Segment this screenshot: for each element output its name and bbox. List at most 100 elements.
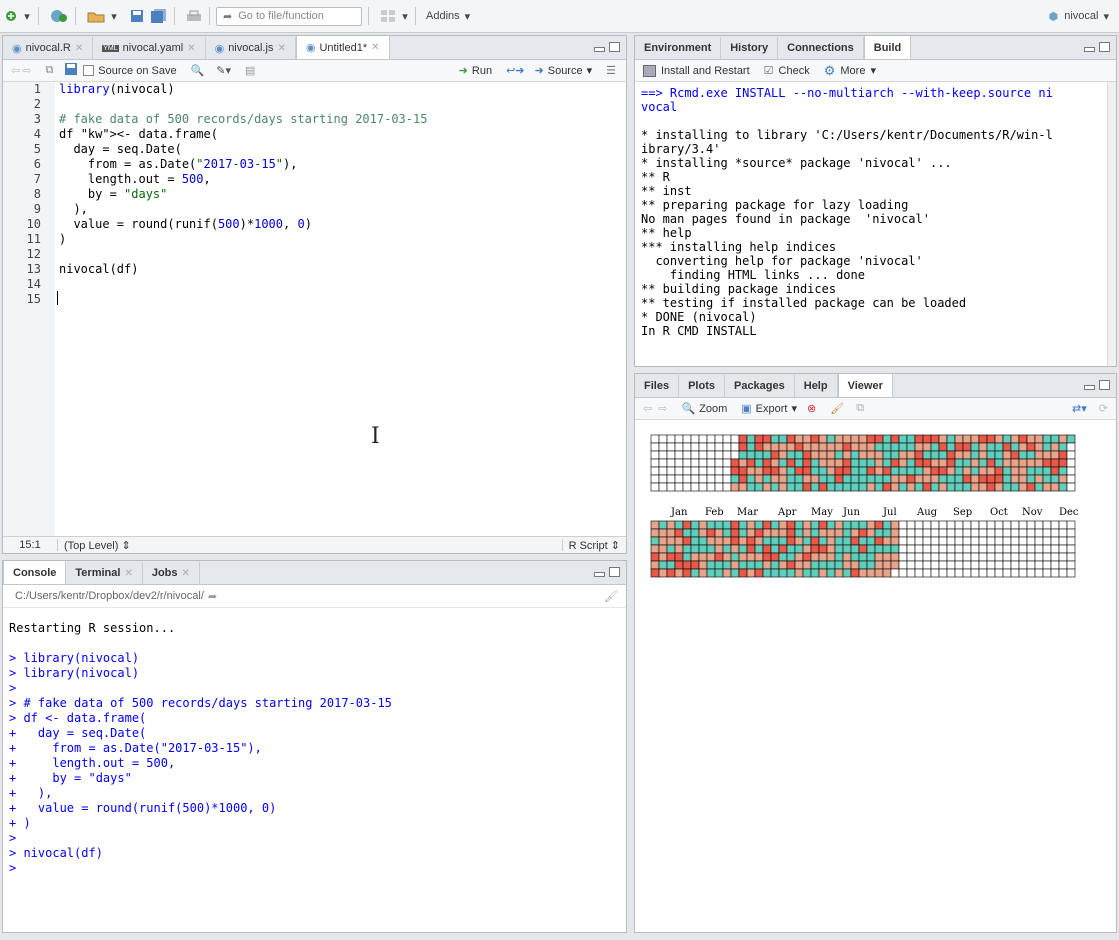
day-cell[interactable] (778, 568, 788, 578)
day-cell[interactable] (1050, 466, 1060, 476)
day-cell[interactable] (826, 434, 836, 444)
day-cell[interactable] (682, 466, 692, 476)
tab-jobs[interactable]: Jobs ✕ (143, 562, 200, 584)
day-cell[interactable] (898, 458, 908, 468)
day-cell[interactable] (690, 466, 700, 476)
day-cell[interactable] (706, 466, 716, 476)
day-cell[interactable] (762, 482, 772, 492)
day-cell[interactable] (802, 568, 812, 578)
tab-terminal[interactable]: Terminal ✕ (66, 562, 143, 584)
day-cell[interactable] (898, 568, 908, 578)
day-cell[interactable] (666, 482, 676, 492)
day-cell[interactable] (946, 450, 956, 460)
day-cell[interactable] (994, 544, 1004, 554)
day-cell[interactable] (1058, 466, 1068, 476)
day-cell[interactable] (1066, 544, 1076, 554)
day-cell[interactable] (834, 536, 844, 546)
day-cell[interactable] (754, 568, 764, 578)
day-cell[interactable] (978, 450, 988, 460)
day-cell[interactable] (834, 544, 844, 554)
day-cell[interactable] (930, 536, 940, 546)
day-cell[interactable] (922, 528, 932, 538)
day-cell[interactable] (786, 458, 796, 468)
day-cell[interactable] (762, 442, 772, 452)
scrollbar[interactable] (1107, 82, 1116, 366)
day-cell[interactable] (954, 450, 964, 460)
day-cell[interactable] (898, 434, 908, 444)
day-cell[interactable] (698, 450, 708, 460)
day-cell[interactable] (826, 458, 836, 468)
day-cell[interactable] (994, 442, 1004, 452)
day-cell[interactable] (1018, 560, 1028, 570)
maximize-icon[interactable] (609, 567, 620, 577)
install-restart-button[interactable]: Install and Restart (643, 64, 750, 77)
day-cell[interactable] (1050, 482, 1060, 492)
day-cell[interactable] (994, 568, 1004, 578)
day-cell[interactable] (714, 442, 724, 452)
day-cell[interactable] (762, 552, 772, 562)
day-cell[interactable] (778, 466, 788, 476)
day-cell[interactable] (674, 458, 684, 468)
day-cell[interactable] (986, 466, 996, 476)
day-cell[interactable] (1058, 528, 1068, 538)
day-cell[interactable] (1026, 466, 1036, 476)
scope-selector[interactable]: (Top Level) ⇕ (64, 539, 131, 552)
day-cell[interactable] (1026, 450, 1036, 460)
day-cell[interactable] (706, 568, 716, 578)
day-cell[interactable] (1010, 458, 1020, 468)
day-cell[interactable] (1018, 536, 1028, 546)
day-cell[interactable] (666, 544, 676, 554)
day-cell[interactable] (722, 544, 732, 554)
day-cell[interactable] (738, 544, 748, 554)
day-cell[interactable] (874, 552, 884, 562)
day-cell[interactable] (658, 442, 668, 452)
day-cell[interactable] (770, 520, 780, 530)
day-cell[interactable] (994, 450, 1004, 460)
day-cell[interactable] (674, 560, 684, 570)
day-cell[interactable] (890, 474, 900, 484)
day-cell[interactable] (858, 536, 868, 546)
day-cell[interactable] (858, 458, 868, 468)
day-cell[interactable] (850, 560, 860, 570)
day-cell[interactable] (666, 434, 676, 444)
day-cell[interactable] (658, 458, 668, 468)
day-cell[interactable] (658, 520, 668, 530)
day-cell[interactable] (794, 520, 804, 530)
day-cell[interactable] (706, 434, 716, 444)
day-cell[interactable] (1010, 434, 1020, 444)
print-icon[interactable] (185, 5, 203, 27)
day-cell[interactable] (690, 474, 700, 484)
day-cell[interactable] (1002, 568, 1012, 578)
tab-nivocal-js[interactable]: ◉ nivocal.js ✕ (206, 37, 296, 59)
day-cell[interactable] (650, 434, 660, 444)
day-cell[interactable] (858, 544, 868, 554)
day-cell[interactable] (962, 560, 972, 570)
magic-wand-icon[interactable]: ✎▾ (216, 64, 231, 77)
day-cell[interactable] (674, 474, 684, 484)
day-cell[interactable] (1018, 442, 1028, 452)
day-cell[interactable] (882, 568, 892, 578)
day-cell[interactable] (714, 560, 724, 570)
day-cell[interactable] (970, 458, 980, 468)
day-cell[interactable] (738, 458, 748, 468)
day-cell[interactable] (738, 474, 748, 484)
day-cell[interactable] (810, 552, 820, 562)
open-file-icon[interactable] (86, 5, 106, 27)
day-cell[interactable] (746, 544, 756, 554)
day-cell[interactable] (1058, 450, 1068, 460)
day-cell[interactable] (874, 568, 884, 578)
day-cell[interactable] (778, 450, 788, 460)
day-cell[interactable] (690, 442, 700, 452)
minimize-icon[interactable] (594, 572, 605, 577)
day-cell[interactable] (770, 450, 780, 460)
close-icon[interactable]: ✕ (182, 568, 190, 579)
day-cell[interactable] (682, 458, 692, 468)
day-cell[interactable] (962, 458, 972, 468)
day-cell[interactable] (882, 450, 892, 460)
day-cell[interactable] (850, 434, 860, 444)
day-cell[interactable] (1034, 482, 1044, 492)
day-cell[interactable] (1042, 536, 1052, 546)
day-cell[interactable] (874, 560, 884, 570)
day-cell[interactable] (834, 520, 844, 530)
day-cell[interactable] (1034, 552, 1044, 562)
